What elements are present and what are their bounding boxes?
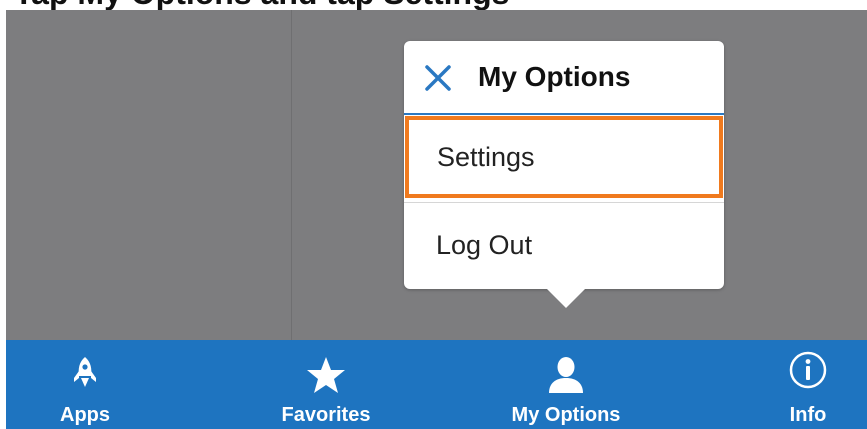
my-options-popover: My Options Settings Log Out	[404, 41, 724, 289]
tab-label: Apps	[60, 404, 110, 426]
menu-item-log-out[interactable]: Log Out	[404, 204, 724, 286]
menu-item-settings[interactable]: Settings	[405, 116, 723, 198]
instruction-caption: Tap My Options and tap Settings	[14, 0, 509, 10]
menu-item-label: Log Out	[436, 229, 533, 260]
tab-favorites[interactable]: Favorites	[256, 340, 396, 429]
tab-label: Favorites	[281, 404, 371, 426]
close-icon[interactable]	[424, 64, 452, 92]
app-screen: My Options Settings Log Out Apps Favorit…	[6, 10, 867, 429]
menu-divider	[404, 202, 724, 203]
bottom-tab-bar: Apps Favorites My Options Info	[6, 340, 867, 429]
tab-my-options[interactable]: My Options	[486, 340, 646, 429]
user-icon	[549, 357, 583, 393]
header-divider	[404, 113, 724, 115]
menu-item-label: Settings	[437, 141, 535, 172]
popover-arrow	[546, 288, 586, 308]
tab-apps[interactable]: Apps	[30, 340, 140, 429]
star-icon	[307, 357, 345, 393]
popover-title: My Options	[478, 61, 631, 92]
rocket-icon	[74, 357, 96, 387]
tab-info[interactable]: Info	[758, 340, 858, 429]
info-icon	[789, 351, 827, 389]
popover-header: My Options	[404, 41, 724, 113]
tab-label: Info	[789, 404, 827, 426]
pane-divider	[291, 10, 292, 340]
tab-label: My Options	[511, 404, 621, 426]
